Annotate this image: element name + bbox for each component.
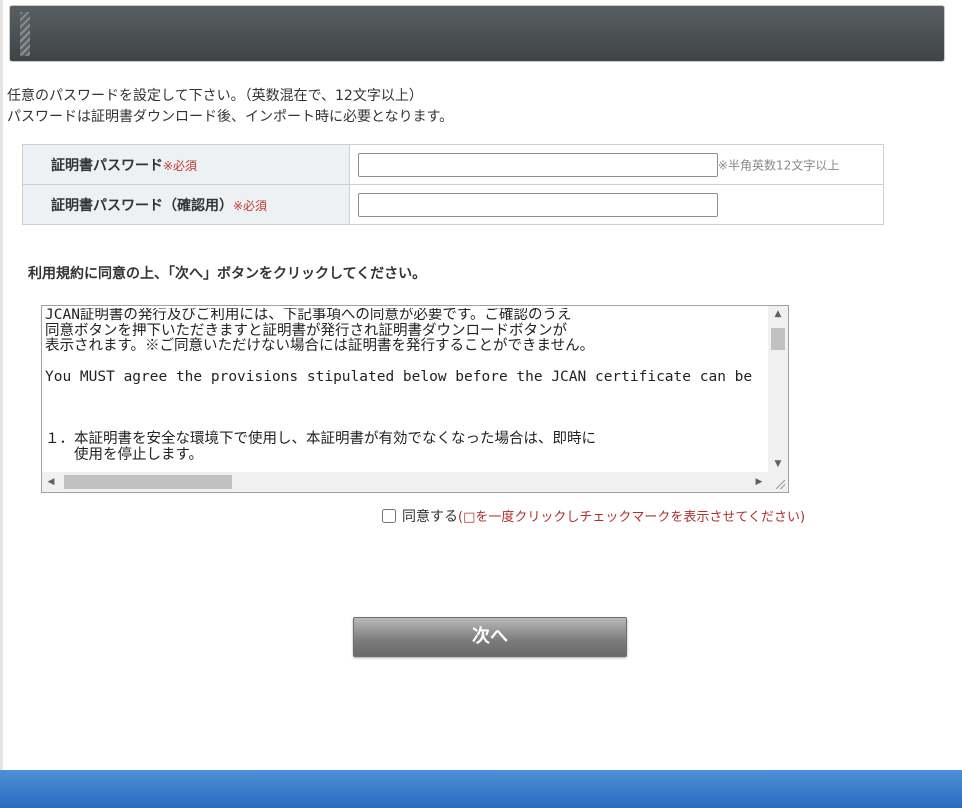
password-input[interactable]: [358, 152, 718, 177]
password-row: 証明書パスワード※必須 ※半角英数12文字以上: [22, 144, 884, 185]
confirm-row: 証明書パスワード（確認用）※必須: [22, 184, 884, 225]
resize-corner[interactable]: [768, 472, 788, 492]
footer-bar: [0, 770, 962, 808]
horizontal-scrollbar[interactable]: ◀ ▶: [42, 472, 768, 492]
vertical-scroll-thumb[interactable]: [771, 328, 785, 350]
agree-note: (□を一度クリックしチェックマークを表示させてください): [458, 510, 806, 525]
confirm-label: 証明書パスワード（確認用）: [51, 197, 233, 214]
confirm-required-mark: ※必須: [233, 198, 268, 213]
scroll-up-icon[interactable]: ▲: [768, 306, 788, 322]
password-label-cell: 証明書パスワード※必須: [22, 144, 350, 185]
scroll-right-icon[interactable]: ▶: [750, 472, 768, 492]
password-input-cell: ※半角英数12文字以上: [349, 144, 884, 185]
terms-text: JCAN証明書の発行及びご利用には、下記事項への同意が必要です。ご確認のうえ 同…: [45, 308, 753, 463]
password-label: 証明書パスワード: [51, 157, 163, 174]
confirm-input-cell: [349, 184, 884, 225]
intro-text: 任意のパスワードを設定して下さい。（英数混在で、12文字以上） パスワードは証明…: [7, 86, 453, 128]
header-accent: [20, 12, 30, 56]
agree-checkbox[interactable]: [382, 509, 396, 523]
agree-option[interactable]: 同意する(□を一度クリックしチェックマークを表示させてください): [382, 506, 805, 526]
confirm-password-input[interactable]: [358, 192, 718, 217]
vertical-scrollbar[interactable]: ▲ ▼: [768, 306, 788, 472]
header-bar: [9, 5, 945, 62]
left-border: [0, 0, 3, 770]
intro-line-1: 任意のパスワードを設定して下さい。（英数混在で、12文字以上）: [7, 88, 423, 104]
confirm-label-cell: 証明書パスワード（確認用）※必須: [22, 184, 350, 225]
instruction-text: 利用規約に同意の上、「次へ」ボタンをクリックしてください。: [28, 266, 427, 282]
horizontal-scroll-thumb[interactable]: [64, 475, 232, 489]
terms-textarea[interactable]: JCAN証明書の発行及びご利用には、下記事項への同意が必要です。ご確認のうえ 同…: [41, 305, 789, 493]
password-form: 証明書パスワード※必須 ※半角英数12文字以上 証明書パスワード（確認用）※必須: [22, 144, 884, 225]
scroll-down-icon[interactable]: ▼: [768, 456, 788, 472]
scroll-left-icon[interactable]: ◀: [42, 472, 60, 492]
resize-grip-icon: [776, 480, 785, 489]
password-required-mark: ※必須: [163, 158, 198, 173]
intro-line-2: パスワードは証明書ダウンロード後、インポート時に必要となります。: [7, 109, 454, 125]
agree-label: 同意する: [402, 509, 458, 525]
password-hint: ※半角英数12文字以上: [718, 158, 840, 172]
next-button[interactable]: 次へ: [353, 617, 627, 657]
